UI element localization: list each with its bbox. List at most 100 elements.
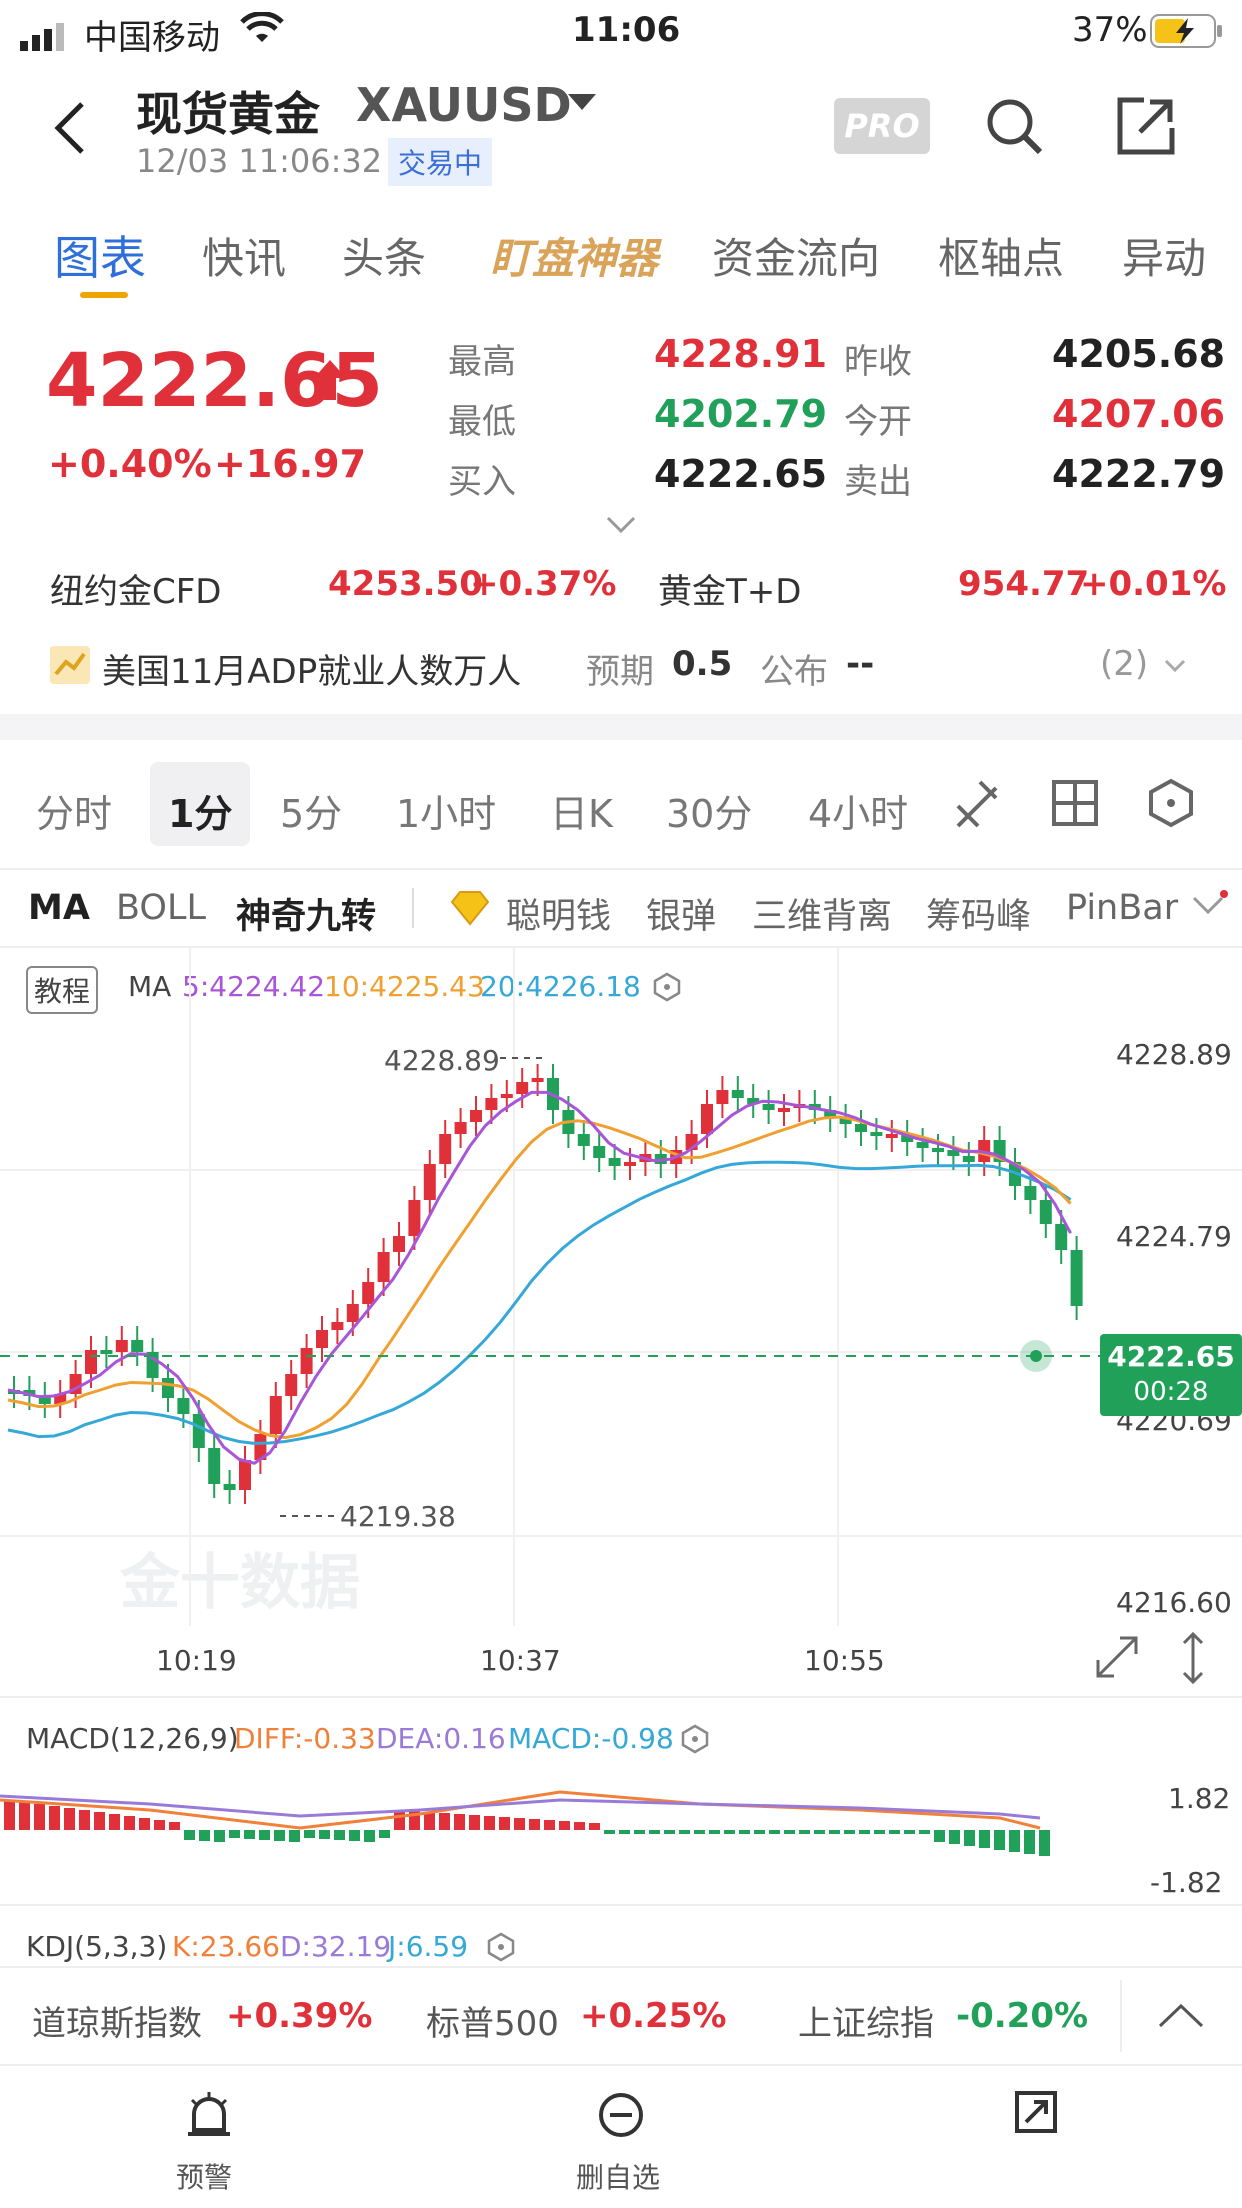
macd-bar [469, 1815, 480, 1830]
index-name-sp500: 标普500 [426, 2004, 559, 2044]
macd-bar [259, 1830, 270, 1840]
nav-remove-watchlist-label[interactable]: 删自选 [576, 2156, 660, 2196]
event-count[interactable]: (2) [1100, 644, 1148, 684]
candle-body [731, 1090, 744, 1098]
candlestick-chart[interactable] [0, 946, 1242, 1626]
macd-bar [1024, 1830, 1035, 1854]
indicator-silver-bullet[interactable]: 银弹 [646, 888, 716, 939]
vertical-scale-icon[interactable] [1178, 1631, 1208, 1688]
related-name-ny-gold[interactable]: 纽约金CFD [50, 564, 221, 613]
candle-body [239, 1460, 251, 1490]
indicator-chip-peak[interactable]: 筹码峰 [926, 888, 1031, 939]
macd-bar [1039, 1830, 1050, 1856]
indicator-smart-money[interactable]: 聪明钱 [506, 888, 611, 939]
tab-pivot-points[interactable]: 枢轴点 [938, 225, 1064, 286]
kdj-j: J:6.59 [388, 1930, 469, 1963]
kdj-label: KDJ(5,3,3) [26, 1930, 168, 1963]
candle-body [300, 1348, 313, 1374]
candle-body [870, 1132, 883, 1136]
macd-bar [499, 1817, 510, 1830]
candle-body [208, 1448, 221, 1484]
indicator-more-icon[interactable] [1190, 890, 1230, 924]
candle-body [131, 1340, 144, 1352]
tab-headlines[interactable]: 头条 [342, 225, 426, 286]
back-icon[interactable] [50, 100, 90, 160]
indicator-boll[interactable]: BOLL [116, 888, 206, 928]
battery-icon [1150, 14, 1224, 57]
share-icon[interactable] [1116, 96, 1176, 160]
candle-body [1024, 1186, 1037, 1200]
up-arrow-icon [312, 358, 348, 406]
tab-anomaly[interactable]: 异动 [1122, 225, 1206, 286]
indicator-3d-divergence[interactable]: 三维背离 [752, 888, 892, 939]
ask-value: 4222.79 [1052, 452, 1226, 496]
nav-alert-label[interactable]: 预警 [176, 2156, 232, 2196]
period-tab-1hour[interactable]: 1小时 [396, 783, 496, 838]
candle-body [593, 1146, 606, 1158]
expand-chevron-icon[interactable] [606, 516, 636, 538]
period-tab-timeshare[interactable]: 分时 [36, 783, 112, 838]
low-label: 最低 [448, 402, 516, 442]
y-label-1: 4224.79 [1116, 1220, 1232, 1253]
kdj-k: K:23.66 [172, 1930, 280, 1963]
instrument-symbol[interactable]: XAUUSD [356, 78, 572, 132]
related-pct-gold-td: +0.01% [1080, 564, 1227, 604]
candle-body [393, 1236, 405, 1252]
remove-watchlist-icon[interactable] [598, 2092, 644, 2142]
carrier: 中国移动 [84, 18, 220, 58]
macd-bar [799, 1830, 810, 1834]
macd-bar [979, 1830, 990, 1848]
macd-bar [364, 1830, 375, 1842]
macd-bar [754, 1830, 765, 1834]
symbol-dropdown-icon[interactable] [566, 92, 598, 116]
macd-settings-icon[interactable] [680, 1724, 710, 1758]
signal-icon [20, 20, 70, 51]
change-value: +16.97 [214, 442, 367, 486]
trade-status-badge: 交易中 [388, 138, 493, 186]
indicator-pinbar[interactable]: PinBar [1066, 888, 1178, 928]
macd-chart [0, 1790, 1050, 1856]
event-chevron-down-icon[interactable] [1164, 658, 1186, 677]
fullscreen-icon[interactable] [1094, 1634, 1140, 1684]
indices-bar[interactable]: 道琼斯指数 +0.39% 标普500 +0.25% 上证综指 -0.20% [0, 1966, 1242, 2066]
tab-flash-news[interactable]: 快讯 [202, 225, 286, 286]
draw-tool-icon[interactable] [952, 776, 1002, 836]
event-title[interactable]: 美国11月ADP就业人数万人 [102, 644, 521, 693]
candle-body [269, 1396, 282, 1434]
macd-bar [349, 1830, 360, 1841]
period-tab-30min[interactable]: 30分 [666, 783, 752, 838]
settings-hexagon-icon[interactable] [1146, 778, 1196, 832]
period-tab-1min[interactable]: 1分 [168, 783, 232, 838]
macd-bar [844, 1830, 855, 1834]
bid-value: 4222.65 [654, 452, 828, 496]
macd-bar [769, 1830, 780, 1834]
tab-fund-flow[interactable]: 资金流向 [712, 225, 880, 286]
macd-value: MACD:-0.98 [508, 1722, 674, 1755]
period-tab-daily[interactable]: 日K [550, 783, 613, 838]
search-icon[interactable] [984, 96, 1044, 160]
diamond-icon [448, 890, 492, 930]
layout-grid-icon[interactable] [1052, 780, 1098, 830]
candle-body [701, 1104, 713, 1134]
index-pct-dow: +0.39% [226, 1996, 373, 2036]
kdj-settings-icon[interactable] [486, 1932, 516, 1966]
indicator-magic-nine[interactable]: 神奇九转 [236, 888, 376, 939]
tab-monitor-tool[interactable]: 盯盘神器 [490, 225, 658, 286]
share-out-icon[interactable] [1014, 2090, 1058, 2138]
indicator-ma[interactable]: MA [28, 888, 90, 928]
related-name-gold-td[interactable]: 黄金T+D [658, 564, 801, 613]
ask-label: 卖出 [844, 462, 912, 502]
expand-up-icon[interactable] [1156, 2000, 1206, 2034]
high-value: 4228.91 [654, 332, 828, 376]
macd-bar [79, 1810, 90, 1830]
watermark: 金十数据 [120, 1548, 360, 1618]
alarm-icon[interactable] [186, 2090, 232, 2144]
candle-countdown: 00:28 [1133, 1377, 1209, 1407]
low-value: 4202.79 [654, 392, 828, 436]
period-tab-5min[interactable]: 5分 [280, 783, 342, 838]
pro-badge[interactable]: PRO [834, 98, 930, 154]
current-price-tag: 4222.65 00:28 [1100, 1334, 1242, 1416]
tab-chart[interactable]: 图表 [54, 222, 146, 288]
change-percent: +0.40% [48, 442, 212, 486]
period-tab-4hour[interactable]: 4小时 [808, 783, 908, 838]
